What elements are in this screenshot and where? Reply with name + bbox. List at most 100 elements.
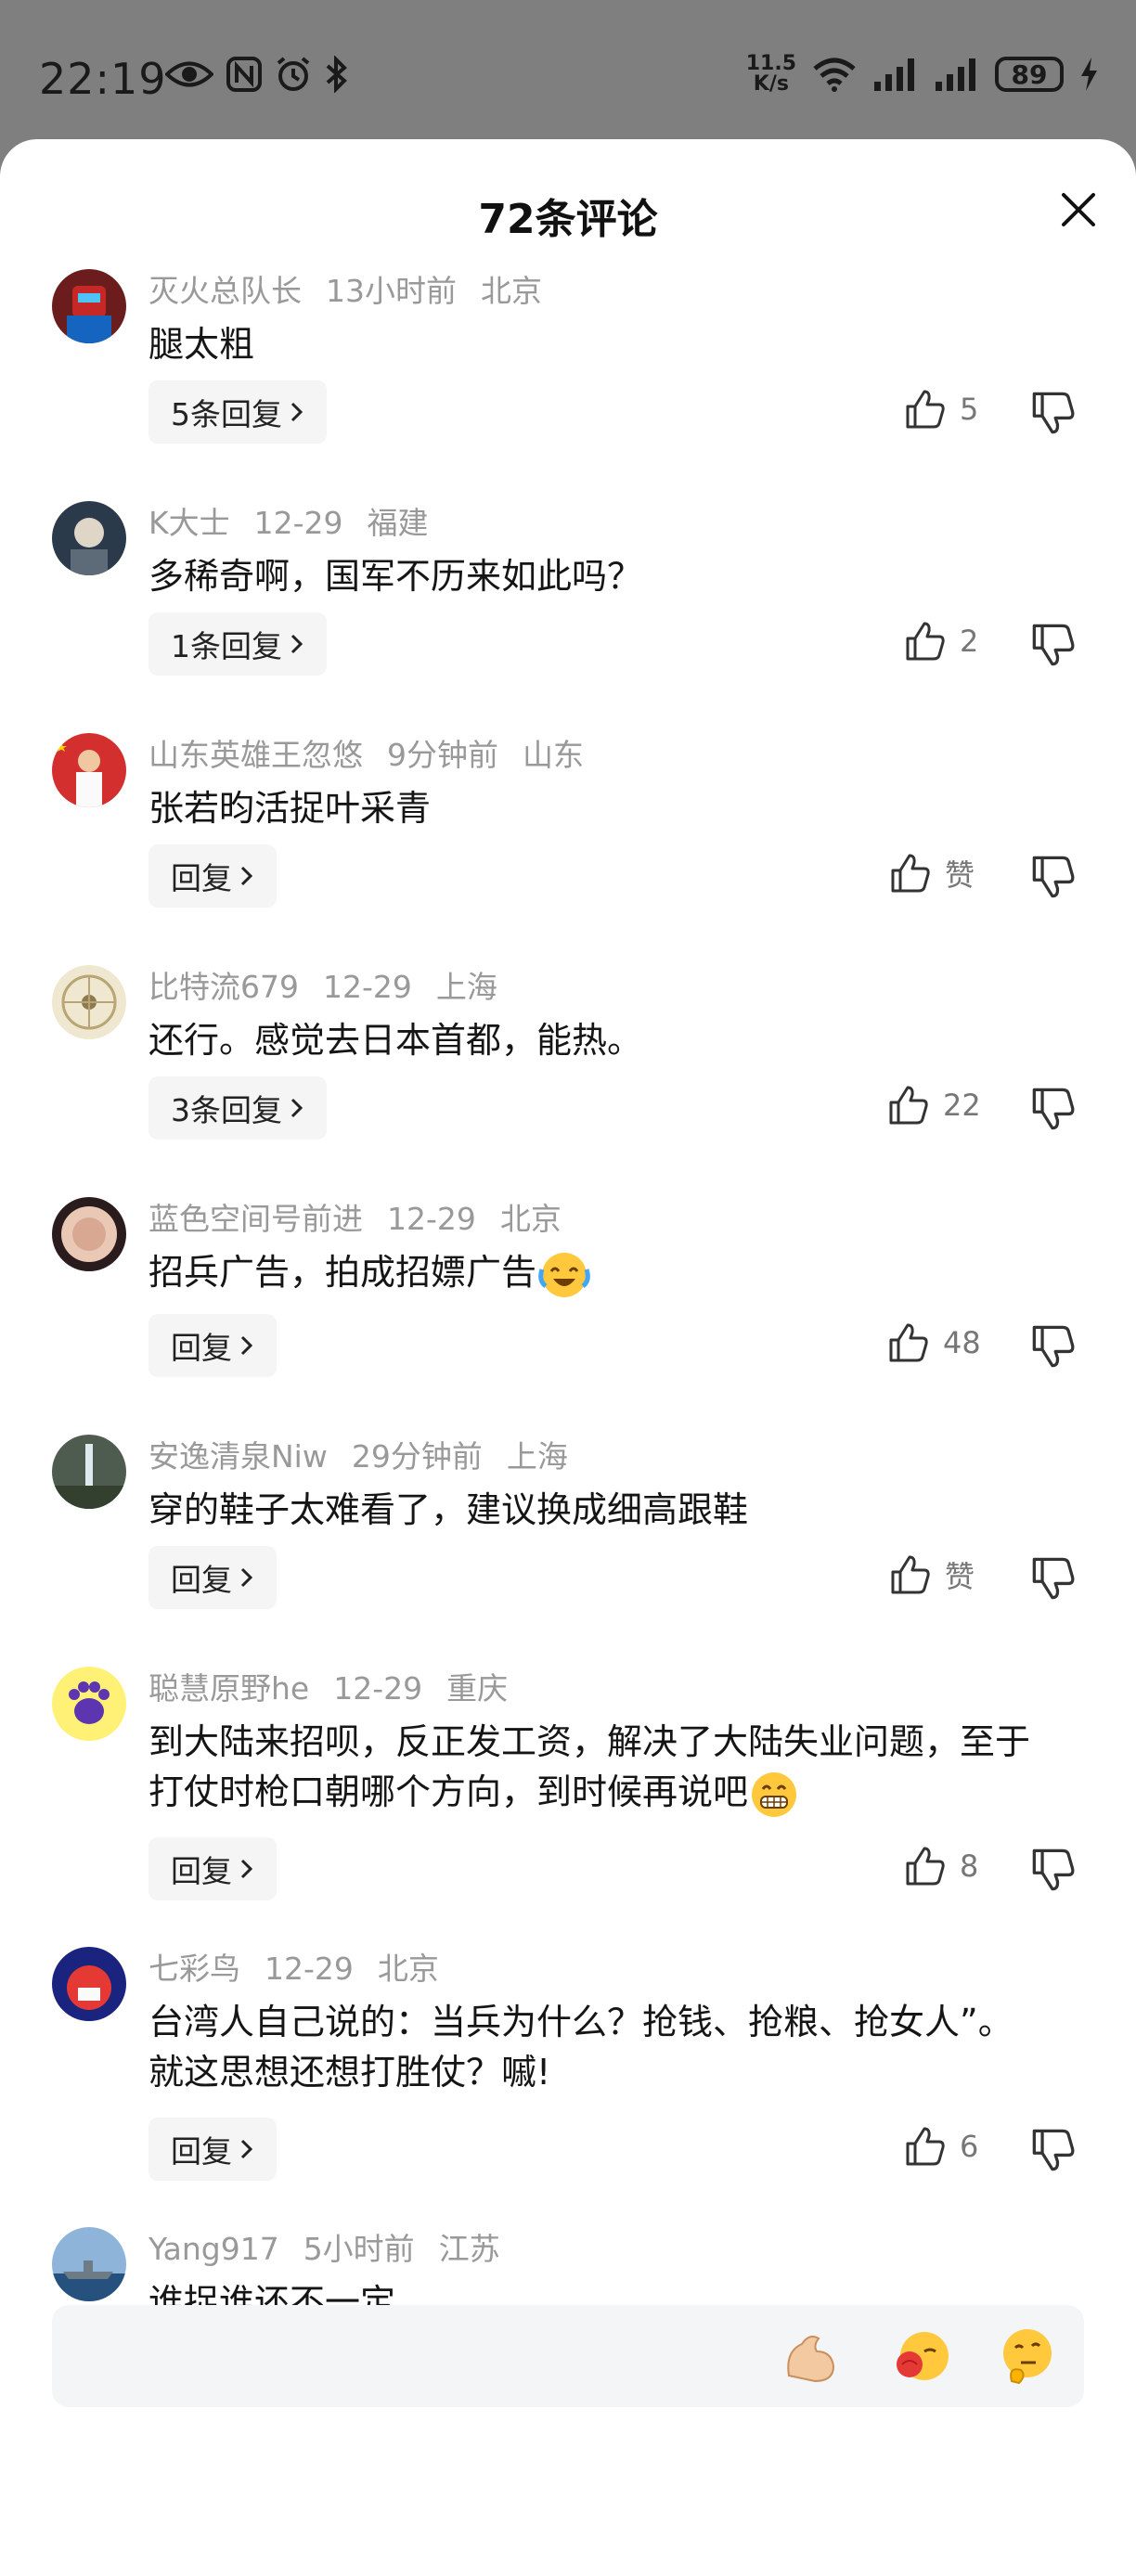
like-button[interactable]: 6 [904,2125,978,2168]
like-button[interactable]: 48 [887,1321,981,1364]
comment-location: 上海 [435,969,497,1005]
username[interactable]: 七彩鸟 [148,1951,240,1987]
thumbs-down-icon[interactable] [1030,1847,1077,1893]
username[interactable]: K大士 [148,505,230,541]
thumbs-down-icon[interactable] [1030,390,1077,436]
comment-location: 福建 [367,505,429,541]
thumbs-down-icon[interactable] [1030,1323,1077,1370]
like-button[interactable]: 5 [904,388,978,431]
username[interactable]: Yang917 [148,2231,279,2267]
like-count: 48 [943,1325,981,1360]
reply-button[interactable]: 1条回复 [148,612,327,676]
comment-text[interactable]: 还行。感觉去日本首都，能热。 [148,1015,1084,1065]
comment-text[interactable]: 到大陆来招呗，反正发工资，解决了大陆失业问题，至于 打仗时枪口朝哪个方向，到时候… [148,1717,1084,1821]
avatar[interactable] [52,1947,126,2021]
thumbs-down-icon[interactable] [1030,1555,1077,1602]
avatar[interactable] [52,965,126,1039]
username[interactable]: 聪慧原野he [148,1670,309,1707]
comment-item: K大士 12-29 福建 多稀奇啊，国军不历来如此吗？ 1条回复 2 [0,501,1136,733]
username[interactable]: 比特流679 [148,969,299,1005]
comment-body: 比特流679 12-29 上海 还行。感觉去日本首都，能热。 [148,965,1084,1065]
comment-time: 12-29 [323,969,412,1005]
avatar[interactable] [52,2227,126,2301]
comment-text-content: 招兵广告，拍成招嫖广告 [148,1252,537,1293]
avatar[interactable] [52,501,126,575]
like-button[interactable]: 8 [904,1845,978,1887]
comment-meta: 聪慧原野he 12-29 重庆 [148,1667,1084,1711]
comment-time: 13小时前 [326,273,457,309]
thumbs-down-icon[interactable] [1030,2127,1077,2173]
reply-button[interactable]: 回复 [148,844,277,908]
thumbs-down-icon[interactable] [1030,1086,1077,1132]
like-count: 2 [960,624,979,659]
comment-text[interactable]: 台湾人自己说的：当兵为什么？抢钱、抢粮、抢女人”。 就这思想还想打胜仗？嘁! [148,1997,1084,2097]
reply-label: 回复 [171,2133,232,2170]
network-speed-unit: K/s [753,72,789,96]
kissing-rose-emoji-icon[interactable] [889,2324,954,2389]
like-count: 赞 [945,857,975,893]
avatar[interactable] [52,733,126,807]
reply-label: 回复 [171,1562,232,1598]
reply-button[interactable]: 3条回复 [148,1076,327,1140]
thumbs-down-icon[interactable] [1030,854,1077,900]
comment-meta: Yang917 5小时前 江苏 [148,2227,1084,2272]
avatar[interactable] [52,1435,126,1509]
comment-text[interactable]: 张若昀活捉叶采青 [148,783,1084,833]
comment-item: 安逸清泉Niw 29分钟前 上海 穿的鞋子太难看了，建议换成细高跟鞋 回复 赞 [0,1435,1136,1667]
comment-text[interactable]: 招兵广告，拍成招嫖广告 [148,1247,1084,1301]
avatar[interactable] [52,1197,126,1271]
reply-button[interactable]: 回复 [148,1546,277,1609]
reply-button[interactable]: 回复 [148,1314,277,1377]
flexed-biceps-emoji-icon[interactable] [778,2324,843,2389]
reply-label: 回复 [171,860,232,896]
reply-button[interactable]: 回复 [148,1837,277,1900]
comment-text[interactable]: 穿的鞋子太难看了，建议换成细高跟鞋 [148,1485,1084,1535]
like-count: 5 [960,392,979,427]
thumbs-up-icon [906,622,945,661]
reply-label: 回复 [171,1330,232,1366]
comment-text[interactable]: 腿太粗 [148,319,1084,369]
bluetooth-icon [326,56,347,93]
like-button[interactable]: 赞 [889,852,975,895]
like-count: 8 [960,1848,979,1884]
comment-meta: 七彩鸟 12-29 北京 [148,1947,1084,1991]
alarm-icon [277,57,310,91]
reply-button[interactable]: 回复 [148,2118,277,2181]
thinking-emoji-icon[interactable] [995,2324,1060,2389]
like-button[interactable]: 赞 [889,1553,975,1596]
comment-text-line-2: 就这思想还想打胜仗？嘁! [148,2052,551,2093]
grinning-emoji-icon [752,1771,797,1817]
reply-label: 5条回复 [171,396,282,432]
network-speed: 11.5 K/s [746,54,796,95]
comment-text-line-1: 台湾人自己说的：当兵为什么？抢钱、抢粮、抢女人”。 [148,2002,1013,2042]
username[interactable]: 安逸清泉Niw [148,1438,328,1475]
comment-body: 七彩鸟 12-29 北京 台湾人自己说的：当兵为什么？抢钱、抢粮、抢女人”。 就这思… [148,1947,1084,2097]
chevron-right-icon [290,1098,303,1118]
like-button[interactable]: 2 [904,620,978,663]
like-button[interactable]: 22 [887,1084,981,1127]
thumbs-up-icon [906,1847,945,1886]
reply-button[interactable]: 5条回复 [148,380,327,444]
close-icon[interactable] [1058,189,1099,230]
sheet-title: 72条评论 [478,196,658,243]
username[interactable]: 山东英雄王忽悠 [148,737,363,773]
comment-time: 12-29 [265,1951,354,1987]
comment-list[interactable]: 灭火总队长 13小时前 北京 腿太粗 5条回复 5 K大士 12-29 福建 多稀奇啊，… [0,269,1136,2376]
avatar[interactable] [52,1667,126,1741]
thumbs-down-icon[interactable] [1030,622,1077,668]
comment-input[interactable] [52,2305,1084,2407]
username[interactable]: 灭火总队长 [148,273,302,309]
comment-meta: 灭火总队长 13小时前 北京 [148,269,1084,314]
status-left-icons [165,56,349,93]
chevron-right-icon [240,866,253,886]
like-count: 赞 [945,1559,975,1594]
avatar[interactable] [52,269,126,343]
comment-item: 灭火总队长 13小时前 北京 腿太粗 5条回复 5 [0,269,1136,501]
chevron-right-icon [240,2139,253,2159]
username[interactable]: 蓝色空间号前进 [148,1201,363,1237]
comment-text[interactable]: 多稀奇啊，国军不历来如此吗？ [148,551,1084,601]
like-count: 22 [943,1088,981,1123]
network-speed-value: 11.5 [745,52,796,75]
comment-meta: K大士 12-29 福建 [148,501,1084,546]
comment-meta: 安逸清泉Niw 29分钟前 上海 [148,1435,1084,1479]
